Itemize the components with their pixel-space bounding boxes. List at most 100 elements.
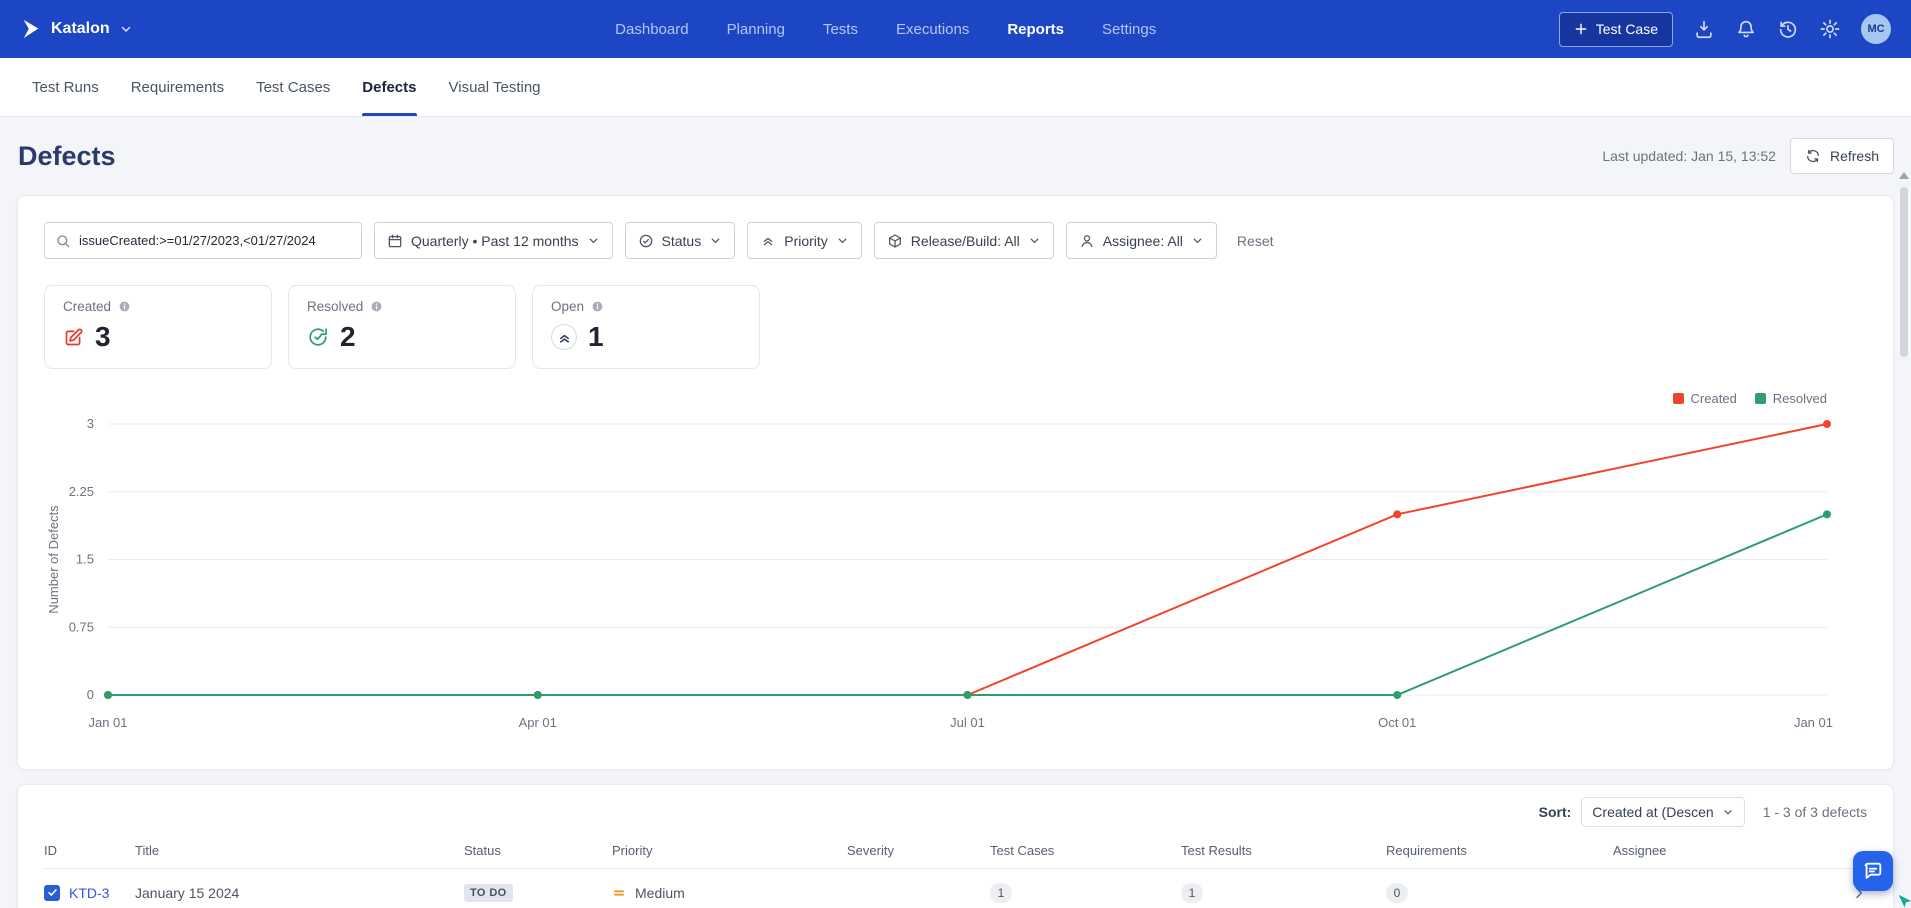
stat-card-created: Created 3	[44, 285, 272, 369]
column-header-title[interactable]: Title	[135, 843, 464, 858]
filter-toolbar: Quarterly • Past 12 months Status Priori…	[44, 222, 1867, 259]
report-tabs: Test Runs Requirements Test Cases Defect…	[0, 58, 1911, 117]
search-input[interactable]	[79, 233, 351, 248]
legend-item-resolved[interactable]: Resolved	[1754, 391, 1827, 406]
test-cases-count-badge[interactable]: 1	[990, 882, 1012, 903]
defect-id-link[interactable]: KTD-3	[69, 885, 109, 901]
download-icon[interactable]	[1693, 18, 1715, 40]
nav-item-executions[interactable]: Executions	[896, 21, 969, 38]
column-header-id[interactable]: ID	[44, 843, 135, 858]
info-icon[interactable]	[370, 300, 383, 313]
column-header-priority[interactable]: Priority	[612, 843, 847, 858]
release-build-filter-label: Release/Build: All	[910, 232, 1020, 249]
sort-label: Sort:	[1538, 804, 1572, 820]
check-circle-icon	[638, 233, 654, 249]
legend-item-created[interactable]: Created	[1672, 391, 1737, 406]
brand[interactable]: Katalon	[20, 18, 133, 40]
row-checkbox[interactable]	[44, 884, 60, 901]
table-header-row: ID Title Status Priority Severity Test C…	[44, 833, 1867, 869]
nav-right-actions: Test Case MC	[1558, 11, 1891, 47]
svg-text:Jul 01: Jul 01	[950, 715, 985, 730]
tab-defects[interactable]: Defects	[362, 58, 417, 116]
column-header-status[interactable]: Status	[464, 843, 612, 858]
stat-open-value: 1	[588, 321, 604, 352]
priority-value: Medium	[635, 884, 685, 901]
chevron-down-icon	[1722, 806, 1734, 818]
scrollbar-up-arrow[interactable]	[1899, 172, 1909, 179]
test-results-count-badge[interactable]: 1	[1181, 882, 1203, 903]
date-range-label: Quarterly • Past 12 months	[411, 232, 579, 249]
table-row[interactable]: KTD-3 January 15 2024 TO DO Medium 1 1 0	[44, 869, 1867, 908]
history-icon[interactable]	[1777, 18, 1799, 40]
release-build-filter[interactable]: Release/Build: All	[873, 222, 1054, 259]
scrollbar-thumb[interactable]	[1900, 187, 1908, 357]
tab-test-runs[interactable]: Test Runs	[32, 58, 99, 116]
svg-text:0: 0	[87, 687, 94, 702]
reset-filters-link[interactable]: Reset	[1237, 233, 1274, 249]
nav-item-tests[interactable]: Tests	[823, 21, 858, 38]
svg-text:Jan 01: Jan 01	[1794, 715, 1833, 730]
nav-item-dashboard[interactable]: Dashboard	[615, 21, 688, 38]
priority-filter[interactable]: Priority	[747, 222, 862, 259]
vertical-scrollbar[interactable]	[1899, 172, 1909, 904]
result-count: 1 - 3 of 3 defects	[1762, 804, 1867, 820]
column-header-test-results[interactable]: Test Results	[1181, 843, 1386, 858]
chevron-down-icon	[119, 22, 133, 36]
chart-legend: Created Resolved	[44, 391, 1867, 406]
defect-stats: Created 3 Resolved 2 Open 1	[44, 285, 1867, 369]
legend-swatch	[1754, 393, 1766, 404]
person-icon	[1079, 233, 1095, 249]
column-header-requirements[interactable]: Requirements	[1386, 843, 1613, 858]
tab-test-cases[interactable]: Test Cases	[256, 58, 330, 116]
tab-visual-testing[interactable]: Visual Testing	[449, 58, 541, 116]
status-filter[interactable]: Status	[624, 222, 736, 259]
sort-select[interactable]: Created at (Descen	[1581, 797, 1745, 827]
create-test-case-label: Test Case	[1595, 21, 1658, 37]
settings-gear-icon[interactable]	[1819, 18, 1841, 40]
priority-medium-icon	[612, 886, 626, 900]
legend-label: Created	[1690, 391, 1737, 406]
defect-search-box[interactable]	[44, 222, 362, 259]
svg-text:1.5: 1.5	[76, 552, 94, 567]
svg-text:3: 3	[87, 416, 94, 431]
svg-text:Number of Defects: Number of Defects	[46, 505, 61, 614]
date-range-filter[interactable]: Quarterly • Past 12 months	[374, 222, 613, 259]
tab-requirements[interactable]: Requirements	[131, 58, 224, 116]
created-pencil-icon	[63, 327, 84, 348]
nav-item-planning[interactable]: Planning	[727, 21, 785, 38]
sort-select-value: Created at (Descen	[1592, 804, 1714, 820]
calendar-icon	[387, 233, 403, 249]
double-chevron-up-icon	[760, 233, 776, 249]
defect-title[interactable]: January 15 2024	[135, 885, 464, 901]
stat-created-value: 3	[95, 321, 111, 352]
priority-filter-label: Priority	[784, 232, 828, 249]
help-chat-button[interactable]	[1853, 851, 1893, 891]
defects-trend-chart: 0 0.75 1.5 2.25 3 Number of Defects Jan 01 Apr …	[44, 408, 1867, 743]
chevron-down-icon	[709, 234, 722, 247]
refresh-button[interactable]: Refresh	[1789, 138, 1894, 174]
svg-text:Jan 01: Jan 01	[88, 715, 127, 730]
assignee-filter[interactable]: Assignee: All	[1065, 222, 1217, 259]
plus-icon	[1574, 22, 1588, 36]
defects-report-card: Quarterly • Past 12 months Status Priori…	[17, 195, 1894, 770]
page-header: Defects Last updated: Jan 15, 13:52 Refr…	[0, 117, 1911, 195]
info-icon[interactable]	[591, 300, 604, 313]
top-navigation-bar: Katalon Dashboard Planning Tests Executi…	[0, 0, 1911, 58]
create-test-case-button[interactable]: Test Case	[1558, 11, 1673, 47]
package-icon	[887, 233, 903, 249]
legend-label: Resolved	[1772, 391, 1827, 406]
chevron-down-icon	[1191, 234, 1204, 247]
nav-item-settings[interactable]: Settings	[1102, 21, 1156, 38]
notifications-bell-icon[interactable]	[1735, 18, 1757, 40]
column-header-test-cases[interactable]: Test Cases	[990, 843, 1181, 858]
column-header-assignee[interactable]: Assignee	[1613, 843, 1827, 858]
user-avatar[interactable]: MC	[1861, 14, 1891, 44]
defects-table-card: Sort: Created at (Descen 1 - 3 of 3 defe…	[17, 784, 1894, 908]
requirements-count-badge[interactable]: 0	[1386, 882, 1408, 903]
info-icon[interactable]	[118, 300, 131, 313]
nav-item-reports[interactable]: Reports	[1007, 21, 1064, 38]
column-header-severity[interactable]: Severity	[847, 843, 990, 858]
status-badge: TO DO	[464, 883, 513, 902]
stat-card-open: Open 1	[532, 285, 760, 369]
svg-text:Oct 01: Oct 01	[1378, 715, 1416, 730]
